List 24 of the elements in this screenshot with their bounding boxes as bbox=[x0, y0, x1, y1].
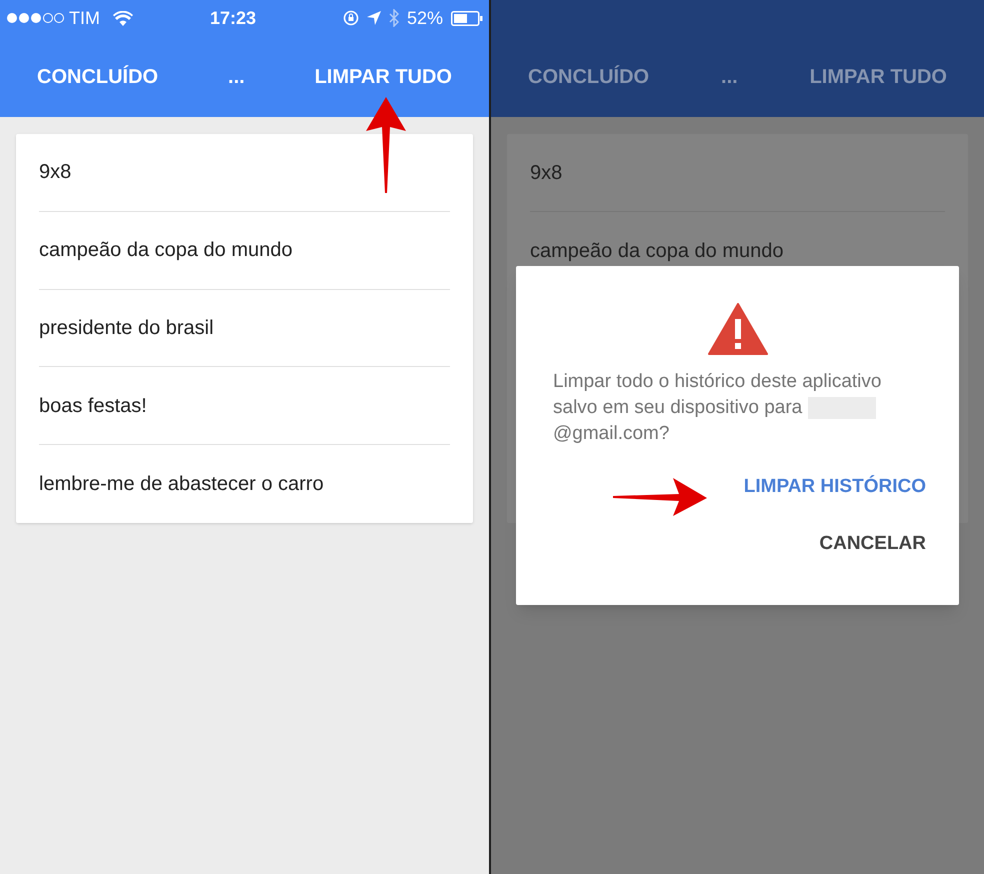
history-item[interactable]: campeão da copa do mundo bbox=[39, 212, 450, 290]
history-item[interactable]: lembre-me de abastecer o carro bbox=[39, 445, 450, 523]
wifi-icon bbox=[113, 10, 133, 26]
history-item[interactable]: 9x8 bbox=[530, 134, 945, 212]
dialog-message: Limpar todo o histórico deste aplicativo salvo em seu dispositivo para @gmail.com? bbox=[553, 370, 882, 446]
more-button[interactable]: ... bbox=[721, 62, 738, 92]
location-icon bbox=[366, 11, 381, 25]
clock-time: 17:23 bbox=[210, 6, 256, 30]
clear-all-button[interactable]: LIMPAR TUDO bbox=[314, 62, 452, 92]
signal-icon bbox=[6, 12, 64, 24]
carrier-name: TIM bbox=[69, 6, 100, 30]
warning-icon bbox=[708, 303, 768, 355]
history-item[interactable]: presidente do brasil bbox=[39, 290, 450, 368]
battery-percent: 52% bbox=[406, 6, 443, 30]
bluetooth-icon bbox=[388, 9, 399, 27]
clear-all-button[interactable]: LIMPAR TUDO bbox=[810, 62, 947, 92]
rotation-lock-icon bbox=[342, 10, 359, 26]
cancel-button[interactable]: CANCELAR bbox=[819, 526, 926, 562]
done-button[interactable]: CONCLUÍDO bbox=[37, 62, 158, 92]
battery-icon bbox=[451, 10, 483, 26]
more-button[interactable]: ... bbox=[228, 62, 245, 92]
history-item[interactable]: boas festas! bbox=[39, 367, 450, 446]
clear-history-button[interactable]: LIMPAR HISTÓRICO bbox=[744, 469, 926, 506]
done-button[interactable]: CONCLUÍDO bbox=[528, 62, 650, 92]
